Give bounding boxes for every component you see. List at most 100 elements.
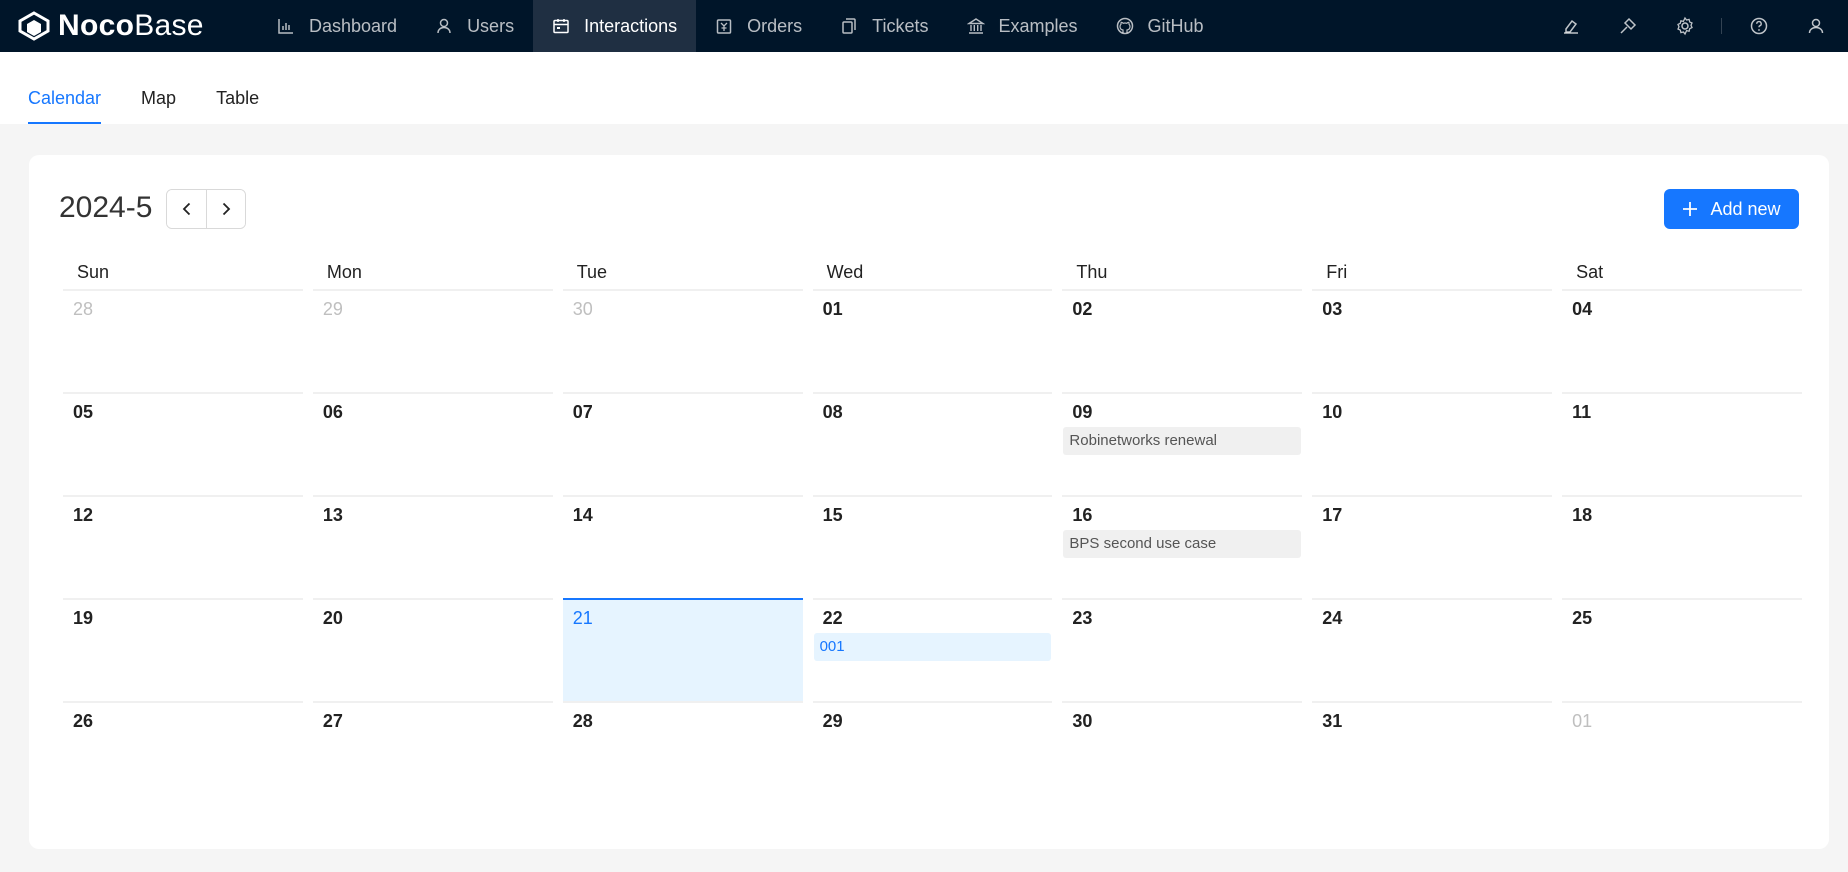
calendar-day[interactable]: 30: [562, 289, 803, 392]
day-number: 22: [822, 608, 843, 628]
calendar-day[interactable]: 23: [1062, 598, 1303, 701]
day-number: 29: [822, 711, 843, 731]
calendar-day[interactable]: 28: [63, 289, 303, 392]
nav-label: GitHub: [1147, 15, 1204, 36]
nocobase-logo[interactable]: NocoBase: [0, 0, 258, 52]
next-month-button[interactable]: [206, 190, 245, 228]
day-number: 15: [822, 505, 843, 525]
highlight-icon[interactable]: [1542, 0, 1599, 52]
calendar-day[interactable]: 20: [312, 598, 553, 701]
calendar-day[interactable]: 02: [1062, 289, 1303, 392]
day-number: 11: [1572, 402, 1592, 422]
day-number: 28: [572, 711, 593, 731]
calendar-day[interactable]: 01: [812, 289, 1053, 392]
day-number: 24: [1322, 608, 1343, 628]
plugin-icon[interactable]: [1599, 0, 1656, 52]
nav-interactions[interactable]: Interactions: [533, 0, 697, 52]
calendar-day[interactable]: 15: [812, 495, 1053, 598]
top-nav-bar: NocoBase Dashboard Users Interactions Or…: [0, 0, 1848, 52]
nav-users[interactable]: Users: [416, 0, 533, 52]
calendar-day[interactable]: 13: [312, 495, 553, 598]
tab-table[interactable]: Table: [216, 88, 259, 124]
day-number: 05: [73, 402, 94, 422]
nocobase-logo-icon: [18, 11, 50, 41]
day-number: 10: [1322, 402, 1343, 422]
nav-github[interactable]: GitHub: [1097, 0, 1223, 52]
help-icon[interactable]: [1730, 0, 1787, 52]
calendar-day[interactable]: 11: [1562, 392, 1802, 495]
bank-icon: [966, 17, 985, 35]
user-icon: [435, 17, 453, 35]
day-number: 13: [322, 505, 343, 525]
calendar-day[interactable]: 09 Robinetworks renewal: [1062, 392, 1303, 495]
tab-map[interactable]: Map: [141, 88, 176, 124]
day-number: 27: [322, 711, 343, 731]
month-navigation: [166, 189, 246, 229]
calendar-day[interactable]: 29: [812, 701, 1053, 804]
calendar-event[interactable]: BPS second use case: [1063, 530, 1302, 558]
day-number: 01: [1572, 711, 1593, 731]
day-number: 23: [1072, 608, 1093, 628]
weekday-sat: Sat: [1576, 262, 1604, 282]
calendar-days: 28 29 30 01 02 03 04 05 06 07 08 09 Robinetworks ren…: [63, 289, 1802, 804]
settings-icon[interactable]: [1656, 0, 1713, 52]
weekday-mon: Mon: [326, 262, 362, 282]
calendar-day[interactable]: 08: [812, 392, 1053, 495]
day-number: 29: [322, 299, 343, 319]
calendar-day[interactable]: 26: [63, 701, 303, 804]
nav-orders[interactable]: Orders: [696, 0, 821, 52]
calendar-day[interactable]: 14: [562, 495, 803, 598]
nav-examples[interactable]: Examples: [948, 0, 1097, 52]
calendar-day[interactable]: 06: [312, 392, 553, 495]
calendar-day[interactable]: 30: [1062, 701, 1303, 804]
logo-text: NocoBase: [58, 9, 204, 42]
day-number: 25: [1572, 608, 1593, 628]
calendar-day[interactable]: 27: [312, 701, 553, 804]
calendar-day[interactable]: 05: [63, 392, 303, 495]
calendar-day[interactable]: 28: [562, 701, 803, 804]
user-avatar-icon[interactable]: [1787, 0, 1844, 52]
weekday-tue: Tue: [576, 262, 608, 282]
calendar-day-today[interactable]: 21: [562, 598, 803, 701]
github-icon: [1116, 17, 1134, 35]
day-number: 19: [73, 608, 94, 628]
calendar-day[interactable]: 25: [1562, 598, 1802, 701]
calendar-day[interactable]: 03: [1312, 289, 1553, 392]
plus-icon: [1682, 201, 1698, 217]
tab-calendar[interactable]: Calendar: [28, 88, 102, 124]
day-number: 18: [1572, 505, 1593, 525]
nav-dashboard[interactable]: Dashboard: [258, 0, 416, 52]
calendar-day[interactable]: 22 001: [812, 598, 1053, 701]
day-number: 31: [1322, 711, 1343, 731]
calendar-event[interactable]: Robinetworks renewal: [1063, 427, 1302, 455]
calendar-day[interactable]: 18: [1562, 495, 1802, 598]
view-tabs: Calendar Map Table: [28, 88, 299, 124]
calendar-day[interactable]: 24: [1312, 598, 1553, 701]
calendar-day[interactable]: 29: [312, 289, 553, 392]
calendar-day[interactable]: 16 BPS second use case: [1062, 495, 1303, 598]
calendar-day[interactable]: 19: [63, 598, 303, 701]
nav-tickets[interactable]: Tickets: [821, 0, 947, 52]
day-number: 16: [1072, 505, 1093, 525]
day-number: 08: [822, 402, 843, 422]
day-number: 02: [1072, 299, 1093, 319]
day-number: 28: [73, 299, 94, 319]
calendar-day[interactable]: 10: [1312, 392, 1553, 495]
calendar-day[interactable]: 04: [1562, 289, 1802, 392]
nav-label: Tickets: [872, 15, 929, 36]
calendar-day[interactable]: 01: [1562, 701, 1802, 804]
header-divider: [1721, 18, 1722, 34]
day-number: 04: [1572, 299, 1593, 319]
prev-month-button[interactable]: [167, 190, 206, 228]
day-number: 09: [1072, 402, 1093, 422]
add-new-button[interactable]: Add new: [1664, 189, 1799, 229]
calendar-day[interactable]: 17: [1312, 495, 1553, 598]
calendar-grid: Sun Mon Tue Wed Thu Fri Sat 28 29 30 01 02 03 04 05 06…: [63, 257, 1802, 804]
calendar-day[interactable]: 07: [562, 392, 803, 495]
calendar-day[interactable]: 12: [63, 495, 303, 598]
day-number: 06: [322, 402, 343, 422]
weekday-sun: Sun: [77, 262, 110, 282]
day-number: 21: [572, 608, 593, 628]
calendar-event[interactable]: 001: [813, 633, 1052, 661]
calendar-day[interactable]: 31: [1312, 701, 1553, 804]
